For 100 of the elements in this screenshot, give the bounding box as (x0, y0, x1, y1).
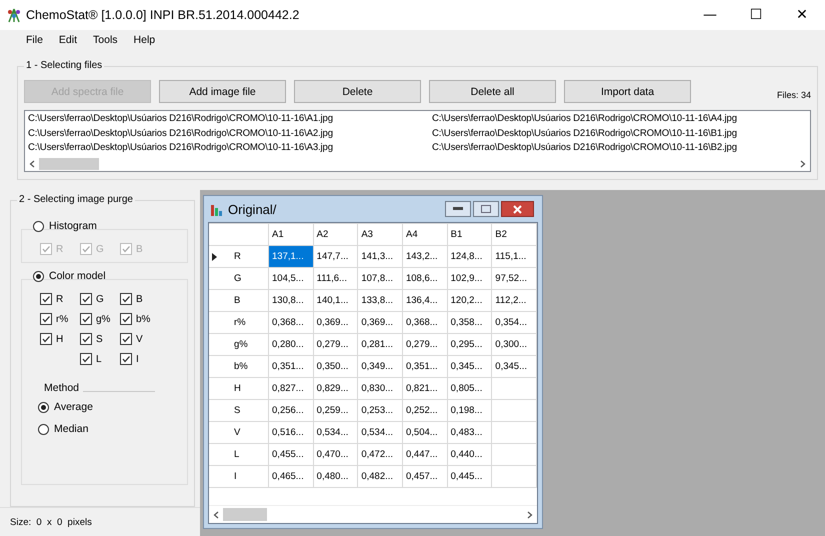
row-header[interactable]: R (226, 251, 241, 262)
table-cell[interactable]: 0,534... (358, 422, 402, 444)
table-cell[interactable]: 0,447... (402, 444, 448, 466)
table-cell[interactable]: 0,349... (358, 356, 402, 378)
checkbox[interactable]: S (80, 332, 120, 346)
table-cell[interactable]: 0,534... (313, 422, 358, 444)
table-cell[interactable]: 0,300... (492, 334, 536, 356)
table-cell[interactable]: 0,259... (313, 400, 358, 422)
table-cell[interactable]: 0,480... (313, 466, 358, 488)
radio-button[interactable]: Median (38, 420, 179, 438)
menu-item[interactable]: Tools (85, 34, 126, 46)
menu-item[interactable]: File (18, 34, 51, 46)
table-cell[interactable]: 0,829... (313, 378, 358, 400)
minimize-button[interactable] (445, 201, 471, 217)
maximize-button[interactable] (473, 201, 499, 217)
checkbox[interactable]: H (40, 332, 80, 346)
table-cell[interactable]: 0,354... (492, 312, 536, 334)
table-cell[interactable]: 0,295... (447, 334, 492, 356)
table-cell[interactable]: 0,827... (268, 378, 314, 400)
file-path[interactable]: C:\Users\ferrao\Desktop\Usúarios D216\Rodrigo\CROMO\10-11-16\A3.jpg (28, 142, 432, 158)
table-cell[interactable]: 124,8... (447, 246, 492, 268)
table-cell[interactable]: 0,369... (313, 312, 358, 334)
table-cell[interactable]: 107,8... (358, 268, 402, 290)
column-header[interactable]: A2 (313, 224, 358, 246)
table-cell[interactable]: 0,445... (447, 466, 492, 488)
scrollbar-thumb[interactable] (223, 508, 267, 521)
close-button[interactable]: ✕ (779, 0, 825, 30)
checkbox[interactable]: L (80, 352, 120, 366)
menu-item[interactable]: Help (126, 34, 164, 46)
table-cell[interactable]: 0,345... (492, 356, 536, 378)
checkbox[interactable]: g% (80, 312, 120, 326)
table-cell[interactable]: 0,369... (358, 312, 402, 334)
table-cell[interactable]: 130,8... (268, 290, 314, 312)
row-header[interactable]: I (226, 471, 237, 482)
table-cell[interactable]: 0,457... (402, 466, 448, 488)
row-header[interactable]: B (226, 295, 240, 306)
row-header[interactable]: r% (226, 317, 246, 328)
table-cell[interactable]: 0,198... (447, 400, 492, 422)
table-cell[interactable]: 115,1... (492, 246, 536, 268)
table-cell[interactable]: 97,52... (492, 268, 536, 290)
table-cell[interactable]: 0,821... (402, 378, 448, 400)
scroll-right-icon[interactable] (527, 510, 533, 518)
row-header[interactable]: H (226, 383, 241, 394)
table-cell[interactable]: 0,472... (358, 444, 402, 466)
file-path[interactable]: C:\Users\ferrao\Desktop\Usúarios D216\Rodrigo\CROMO\10-11-16\A4.jpg (432, 113, 807, 128)
table-cell[interactable]: 0,440... (447, 444, 492, 466)
table-cell[interactable]: 104,5... (268, 268, 314, 290)
checkbox[interactable]: G (80, 292, 120, 306)
table-cell[interactable]: 0,253... (358, 400, 402, 422)
checkbox[interactable]: V (120, 332, 160, 346)
column-header[interactable]: B1 (447, 224, 492, 246)
scroll-left-icon[interactable] (29, 160, 35, 168)
table-cell[interactable]: 0,281... (358, 334, 402, 356)
table-cell[interactable]: 0,351... (402, 356, 448, 378)
scroll-left-icon[interactable] (213, 510, 219, 518)
toolbar-button[interactable]: Import data (564, 80, 691, 104)
checkbox[interactable]: b% (120, 312, 160, 326)
table-cell[interactable]: 102,9... (447, 268, 492, 290)
table-cell[interactable]: 140,1... (313, 290, 358, 312)
table-cell[interactable]: 0,256... (268, 400, 314, 422)
toolbar-button[interactable]: Delete all (429, 80, 556, 104)
column-header[interactable]: A4 (402, 224, 448, 246)
table-cell[interactable]: 0,470... (313, 444, 358, 466)
checkbox[interactable]: I (120, 352, 160, 366)
table-cell[interactable]: 0,252... (402, 400, 448, 422)
table-cell[interactable]: 0,830... (358, 378, 402, 400)
file-path[interactable]: C:\Users\ferrao\Desktop\Usúarios D216\Rodrigo\CROMO\10-11-16\A2.jpg (28, 128, 432, 142)
column-header[interactable]: A3 (358, 224, 402, 246)
close-button[interactable] (501, 201, 534, 217)
table-cell[interactable]: 0,482... (358, 466, 402, 488)
table-cell[interactable]: 0,279... (313, 334, 358, 356)
maximize-button[interactable]: ☐ (733, 0, 779, 30)
toolbar-button[interactable]: Add image file (159, 80, 286, 104)
table-cell[interactable]: 0,351... (268, 356, 314, 378)
checkbox[interactable]: B (120, 292, 160, 306)
table-cell[interactable]: 137,1... (268, 246, 314, 268)
table-cell[interactable]: 0,465... (268, 466, 314, 488)
file-path[interactable]: C:\Users\ferrao\Desktop\Usúarios D216\Rodrigo\CROMO\10-11-16\B1.jpg (432, 128, 807, 142)
table-cell[interactable]: 147,7... (313, 246, 358, 268)
radio-button[interactable]: Average (38, 398, 179, 416)
table-cell[interactable]: 0,279... (402, 334, 448, 356)
row-header[interactable]: G (226, 273, 242, 284)
file-path[interactable]: C:\Users\ferrao\Desktop\Usúarios D216\Rodrigo\CROMO\10-11-16\B2.jpg (432, 142, 807, 158)
file-path[interactable]: C:\Users\ferrao\Desktop\Usúarios D216\Rodrigo\CROMO\10-11-16\A1.jpg (28, 113, 432, 128)
table-cell[interactable]: 0,504... (402, 422, 448, 444)
table-cell[interactable]: 0,358... (447, 312, 492, 334)
scrollbar-thumb[interactable] (39, 158, 99, 170)
table-cell[interactable]: 133,8... (358, 290, 402, 312)
row-header[interactable]: b% (226, 361, 248, 372)
table-cell[interactable]: 0,516... (268, 422, 314, 444)
column-header[interactable]: B2 (492, 224, 536, 246)
table-cell[interactable]: 143,2... (402, 246, 448, 268)
minimize-button[interactable]: — (687, 0, 733, 30)
table-cell[interactable]: 0,368... (402, 312, 448, 334)
table-cell[interactable]: 112,2... (492, 290, 536, 312)
table-cell[interactable]: 0,455... (268, 444, 314, 466)
table-cell[interactable]: 0,345... (447, 356, 492, 378)
scroll-right-icon[interactable] (800, 160, 806, 168)
table-cell[interactable]: 0,368... (268, 312, 314, 334)
table-cell[interactable]: 136,4... (402, 290, 448, 312)
